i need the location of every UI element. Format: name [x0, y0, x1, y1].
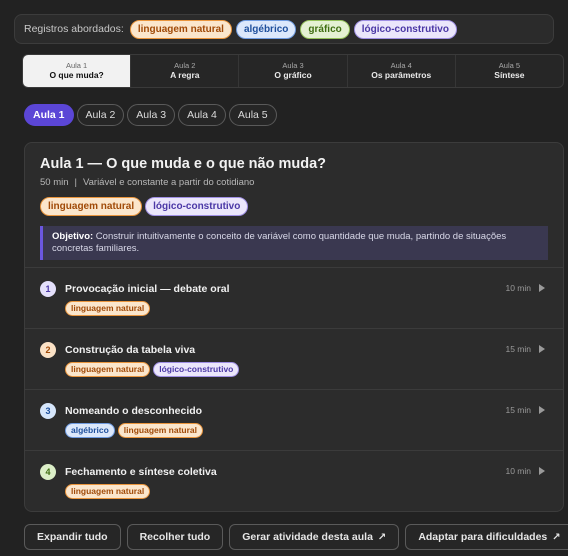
collapse-all-label: Recolher tudo [139, 531, 211, 543]
lesson-header: Aula 1 — O que muda e o que não muda? 50… [25, 143, 563, 267]
chip-algebrico: algébrico [65, 423, 115, 438]
chip-logico-construtivo: lógico-construtivo [145, 197, 249, 216]
meta-separator: | [74, 177, 77, 188]
step-title: Fechamento e síntese coletiva [65, 466, 217, 478]
step-duration: 15 min [505, 405, 531, 415]
lesson-pills: Aula 1 Aula 2 Aula 3 Aula 4 Aula 5 [24, 104, 277, 126]
objective-box: Objetivo: Construir intuitivamente o con… [40, 226, 548, 260]
lesson-duration: 50 min [40, 177, 69, 188]
objective-text: Construir intuitivamente o conceito de v… [52, 231, 507, 254]
step-duration: 10 min [505, 283, 531, 293]
lesson-tab-number: Aula 1 [65, 61, 88, 70]
adapt-difficulties-button[interactable]: Adaptar para dificuldades ↗ [405, 524, 568, 550]
objective-label: Objetivo: [52, 231, 94, 242]
step-number: 1 [40, 281, 56, 297]
play-icon[interactable] [539, 345, 545, 353]
register-chip-logico-construtivo: lógico-construtivo [353, 19, 457, 39]
lesson-tab-title: A regra [170, 70, 200, 80]
step-right: 10 min [505, 283, 545, 293]
step-number: 2 [40, 342, 56, 358]
lesson-tab-title: O gráfico [274, 70, 312, 80]
step-duration: 10 min [505, 466, 531, 476]
lesson-tab-title: Os parâmetros [371, 70, 432, 80]
lesson-title: Aula 1 — O que muda e o que não muda? [40, 156, 327, 172]
step-item-3[interactable]: 3 Nomeando o desconhecido 15 min algébri… [25, 389, 563, 450]
register-chip-algebrico: algébrico [235, 19, 297, 39]
pill-aula-4[interactable]: Aula 4 [178, 104, 226, 126]
lesson-tabs: Aula 1 O que muda? Aula 2 A regra Aula 3… [22, 54, 564, 88]
chip-linguagem-natural: linguagem natural [65, 484, 151, 499]
expand-all-button[interactable]: Expandir tudo [24, 524, 121, 550]
play-icon[interactable] [539, 284, 545, 292]
lesson-tab-title: Síntese [494, 70, 525, 80]
chip-logico-construtivo: lógico-construtivo [153, 362, 240, 377]
play-icon[interactable] [539, 467, 545, 475]
chip-linguagem-natural: linguagem natural [40, 197, 143, 216]
pill-aula-2[interactable]: Aula 2 [76, 104, 125, 126]
chip-linguagem-natural: linguagem natural [65, 362, 151, 377]
arrow-up-right-icon: ↗ [552, 531, 561, 543]
step-number: 3 [40, 403, 56, 419]
lesson-tab-4[interactable]: Aula 4 Os parâmetros [348, 55, 456, 87]
chip-linguagem-natural: linguagem natural [65, 301, 151, 316]
lesson-tab-number: Aula 2 [174, 61, 196, 70]
lesson-tab-number: Aula 5 [498, 61, 521, 70]
step-duration: 15 min [505, 344, 531, 354]
register-chip-grafico: gráfico [300, 19, 350, 39]
lesson-meta: 50 min | Variável e constante a partir do … [40, 177, 548, 189]
lesson-tab-5[interactable]: Aula 5 Síntese [456, 55, 563, 87]
step-item-1[interactable]: 1 Provocação inicial — debate oral 10 mi… [25, 267, 563, 328]
arrow-up-right-icon: ↗ [377, 531, 387, 543]
lesson-subtitle: Variável e constante a partir do cotidia… [82, 177, 255, 188]
step-title: Nomeando o desconhecido [65, 405, 203, 417]
step-title: Provocação inicial — debate oral [65, 283, 230, 295]
generate-activity-label: Gerar atividade desta aula [242, 531, 373, 543]
step-item-2[interactable]: 2 Construção da tabela viva 15 min lingu… [25, 328, 563, 389]
lesson-chips: linguagem natural lógico-construtivo [40, 197, 548, 216]
lesson-tab-title: O que muda? [49, 70, 104, 80]
step-item-4[interactable]: 4 Fechamento e síntese coletiva 10 min l… [25, 450, 563, 511]
registers-bar: Registros abordados: linguagem natural a… [14, 14, 554, 44]
step-right: 15 min [505, 344, 545, 354]
chip-linguagem-natural: linguagem natural [117, 423, 204, 438]
action-bar: Expandir tudo Recolher tudo Gerar ativid… [24, 524, 568, 550]
lesson-tab-number: Aula 3 [282, 61, 304, 70]
step-number: 4 [40, 464, 56, 480]
adapt-difficulties-label: Adaptar para dificuldades [418, 531, 548, 543]
lesson-tab-2[interactable]: Aula 2 A regra [131, 55, 240, 87]
lesson-tab-1[interactable]: Aula 1 O que muda? [23, 55, 132, 87]
step-right: 15 min [505, 405, 545, 415]
lesson-tab-3[interactable]: Aula 3 O gráfico [239, 55, 348, 87]
step-title: Construção da tabela viva [65, 344, 196, 356]
lesson-tab-number: Aula 4 [390, 61, 412, 70]
step-right: 10 min [505, 466, 545, 476]
pill-aula-3[interactable]: Aula 3 [127, 104, 176, 126]
generate-activity-button[interactable]: Gerar atividade desta aula ↗ [229, 524, 400, 550]
lesson-card: Aula 1 — O que muda e o que não muda? 50… [24, 142, 564, 512]
step-chips: linguagem natural lógico-construtivo [65, 362, 548, 377]
collapse-all-button[interactable]: Recolher tudo [126, 524, 224, 550]
pill-aula-5[interactable]: Aula 5 [228, 104, 277, 126]
step-chips: linguagem natural [65, 301, 548, 316]
pill-aula-1[interactable]: Aula 1 [24, 104, 74, 126]
play-icon[interactable] [539, 406, 545, 414]
registers-label: Registros abordados: [24, 23, 124, 35]
step-chips: linguagem natural [65, 484, 548, 499]
step-chips: algébrico linguagem natural [65, 423, 548, 438]
register-chip-linguagem-natural: linguagem natural [129, 19, 232, 39]
expand-all-label: Expandir tudo [37, 531, 108, 543]
